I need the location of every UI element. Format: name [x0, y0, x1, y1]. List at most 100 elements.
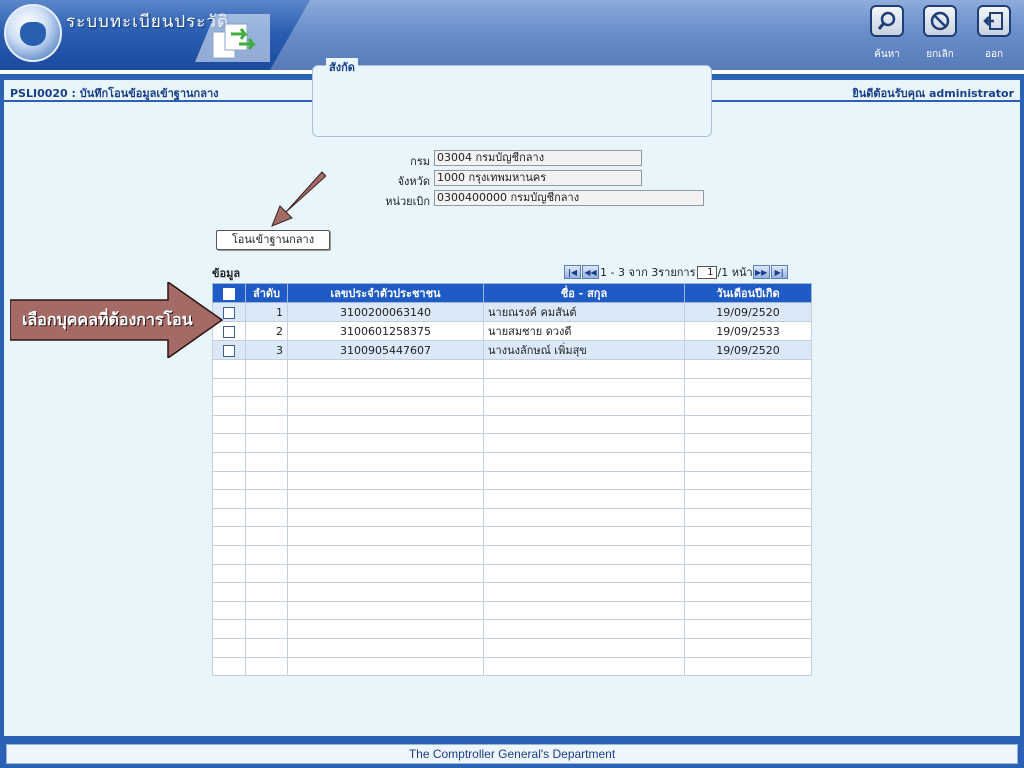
department-label: กรม [410, 155, 430, 168]
empty-row [212, 600, 812, 621]
empty-cell [684, 619, 812, 639]
empty-cell [684, 433, 812, 453]
empty-cell [684, 656, 812, 677]
row-citizen-id: 3100200063140 [287, 302, 484, 322]
empty-cell [483, 656, 685, 677]
empty-cell [483, 451, 685, 472]
table-row[interactable]: 2 3100601258375 นายสมชาย ดวงดี 19/09/253… [212, 321, 812, 341]
col-header-name: ชื่อ - สกุล [483, 283, 685, 303]
last-page-icon[interactable]: ▶| [770, 265, 788, 279]
empty-row [212, 377, 812, 398]
empty-cell [212, 600, 246, 621]
affiliation-fieldset [312, 65, 712, 137]
empty-cell [245, 377, 288, 398]
empty-cell [245, 637, 288, 658]
empty-cell [287, 396, 484, 416]
transfer-to-central-button[interactable]: โอนเข้าฐานกลาง [216, 230, 330, 250]
empty-cell [212, 619, 246, 639]
document-transfer-graphic [195, 14, 270, 62]
affiliation-legend: สังกัด [326, 58, 358, 76]
empty-row [212, 396, 812, 416]
empty-cell [212, 563, 246, 584]
footer-text: The Comptroller General's Department [6, 744, 1018, 764]
row-citizen-id: 3100601258375 [287, 321, 484, 341]
empty-row [212, 470, 812, 491]
empty-cell [212, 656, 246, 677]
pager-range-text: 1 - 3 จาก 3รายการ [600, 266, 696, 279]
empty-cell [287, 637, 484, 658]
empty-cell [245, 489, 288, 509]
search-button-label: ค้นหา [874, 49, 900, 60]
empty-cell [287, 619, 484, 639]
empty-row [212, 619, 812, 639]
empty-cell [287, 377, 484, 398]
cancel-button[interactable] [923, 5, 957, 37]
empty-cell [684, 526, 812, 546]
person-table: ลำดับ เลขประจำตัวประชาชน ชื่อ - สกุล วัน… [212, 283, 812, 677]
row-checkbox[interactable] [223, 325, 235, 338]
empty-cell [287, 433, 484, 453]
exit-button[interactable] [977, 5, 1011, 37]
row-checkbox[interactable] [223, 344, 235, 357]
empty-cell [483, 637, 685, 658]
empty-row [212, 507, 812, 528]
annotation-arrow [271, 171, 326, 227]
row-birthdate: 19/09/2520 [684, 340, 812, 360]
empty-cell [483, 563, 685, 584]
table-header-row: ลำดับ เลขประจำตัวประชาชน ชื่อ - สกุล วัน… [212, 283, 812, 303]
cancel-button-label: ยกเลิก [926, 49, 954, 60]
empty-cell [287, 451, 484, 472]
search-icon [877, 11, 896, 30]
empty-cell [684, 414, 812, 435]
pager: |◀ ◀◀ 1 - 3 จาก 3รายการ 1 /1 หน้า ▶▶ ▶| [564, 264, 789, 280]
empty-cell [483, 489, 685, 509]
empty-cell [483, 600, 685, 621]
empty-cell [684, 600, 812, 621]
empty-cell [684, 507, 812, 528]
empty-cell [212, 377, 246, 398]
footer: The Comptroller General's Department [0, 740, 1024, 768]
table-row[interactable]: 3 3100905447607 นางนงลักษณ์ เพิ่มสุข 19/… [212, 340, 812, 360]
empty-cell [684, 544, 812, 565]
empty-cell [212, 489, 246, 509]
empty-cell [245, 507, 288, 528]
empty-row [212, 656, 812, 677]
col-header-birthdate: วันเดือนปีเกิด [684, 283, 812, 303]
empty-cell [212, 470, 246, 491]
empty-cell [212, 637, 246, 658]
empty-row [212, 451, 812, 472]
cancel-icon [930, 11, 950, 31]
search-button[interactable] [870, 5, 904, 37]
empty-cell [245, 582, 288, 602]
row-name: นายณรงค์ คมสันต์ [483, 302, 685, 322]
empty-cell [483, 544, 685, 565]
empty-row [212, 526, 812, 546]
empty-cell [245, 451, 288, 472]
select-all-checkbox[interactable] [223, 287, 235, 300]
department-logo [4, 4, 62, 62]
disbursing-unit-label: หน่วยเบิก [385, 195, 430, 208]
empty-cell [483, 470, 685, 491]
next-page-icon[interactable]: ▶▶ [752, 265, 770, 279]
empty-cell [483, 359, 685, 379]
empty-cell [212, 433, 246, 453]
empty-cell [287, 656, 484, 677]
empty-cell [287, 544, 484, 565]
first-page-icon[interactable]: |◀ [564, 265, 581, 279]
empty-cell [212, 544, 246, 565]
empty-cell [212, 582, 246, 602]
table-row[interactable]: 1 3100200063140 นายณรงค์ คมสันต์ 19/09/2… [212, 302, 812, 322]
empty-cell [245, 359, 288, 379]
row-no: 2 [245, 321, 288, 341]
page-number-input[interactable]: 1 [696, 265, 717, 279]
empty-cell [245, 526, 288, 546]
prev-page-icon[interactable]: ◀◀ [582, 265, 599, 279]
empty-cell [684, 359, 812, 379]
empty-cell [483, 396, 685, 416]
empty-cell [684, 563, 812, 584]
empty-cell [684, 637, 812, 658]
row-name: นางนงลักษณ์ เพิ่มสุข [483, 340, 685, 360]
row-birthdate: 19/09/2520 [684, 302, 812, 322]
col-header-citizen-id: เลขประจำตัวประชาชน [287, 283, 484, 303]
row-checkbox[interactable] [223, 306, 235, 319]
